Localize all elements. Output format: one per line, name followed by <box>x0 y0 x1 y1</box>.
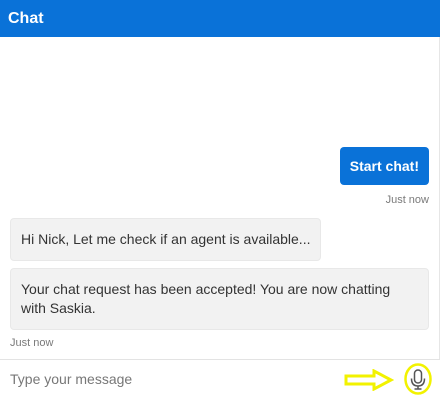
composer-bar <box>0 359 440 398</box>
incoming-timestamp: Just now <box>10 337 54 349</box>
message-input[interactable] <box>10 368 310 390</box>
chat-title: Chat <box>8 9 44 27</box>
microphone-button[interactable] <box>404 363 432 395</box>
outgoing-message: Start chat! <box>339 147 429 185</box>
chat-window: Chat Start chat! Just now Hi Nick, Let m… <box>0 0 440 398</box>
arrow-right-icon <box>344 369 394 391</box>
chat-header: Chat <box>0 0 440 37</box>
incoming-message: Hi Nick, Let me check if an agent is ava… <box>10 218 322 261</box>
outgoing-timestamp: Just now <box>385 194 429 206</box>
incoming-message: Your chat request has been accepted! You… <box>10 268 429 330</box>
message-list[interactable]: Start chat! Just now Hi Nick, Let me che… <box>0 37 440 357</box>
microphone-icon <box>404 363 432 395</box>
